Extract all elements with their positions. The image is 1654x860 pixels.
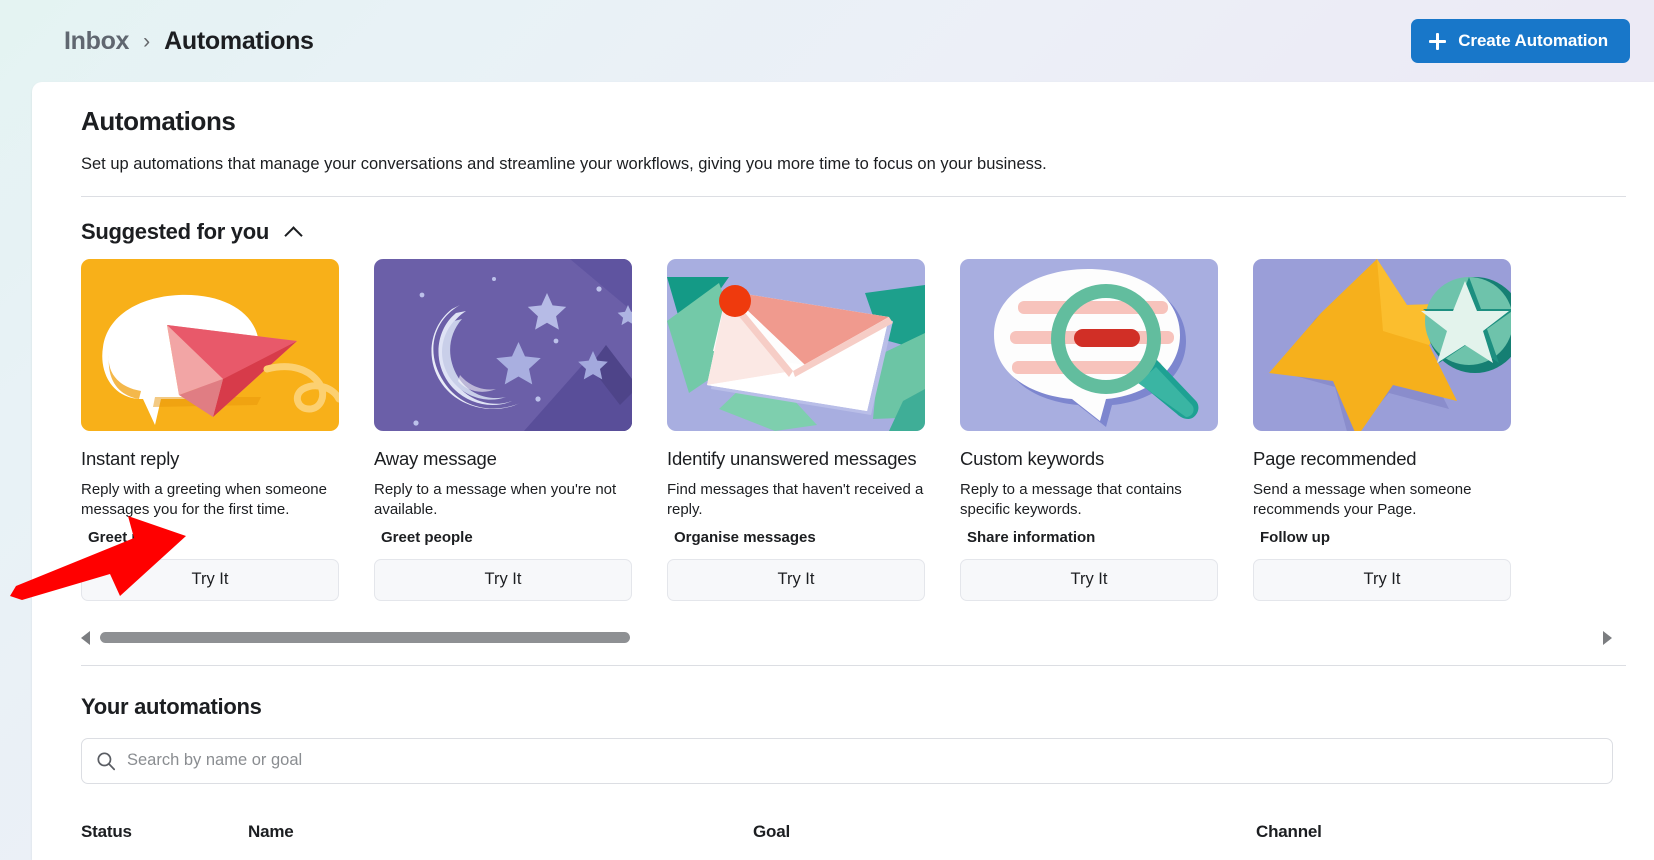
page-title: Automations <box>81 106 236 136</box>
carousel-scroll-track[interactable] <box>100 632 1593 644</box>
card-image-custom-keywords <box>960 259 1218 432</box>
breadcrumb: Inbox › Automations <box>64 27 314 56</box>
card-tag: Greet people <box>381 528 473 546</box>
try-it-button[interactable]: Try It <box>374 558 632 601</box>
suggested-card[interactable]: Page recommended Send a message when som… <box>1253 259 1546 601</box>
magnifier-chat-bubble-illustration <box>960 259 1218 432</box>
try-it-button[interactable]: Try It <box>81 558 339 601</box>
automations-table-header: Status Name Goal Channel <box>81 822 1626 842</box>
suggested-card[interactable]: Away message Reply to a message when you… <box>374 259 667 601</box>
table-column-name: Name <box>248 821 294 841</box>
create-automation-button[interactable]: Create Automation <box>1411 19 1630 63</box>
paper-plane-chat-bubble-illustration <box>81 259 339 432</box>
card-title: Identify unanswered messages <box>667 448 917 470</box>
card-tag: Share information <box>967 528 1096 546</box>
table-column-status: Status <box>81 821 132 841</box>
star-badge-illustration <box>1253 259 1511 432</box>
create-automation-label: Create Automation <box>1458 31 1608 50</box>
card-image-identify-unanswered <box>667 259 925 432</box>
suggested-card[interactable]: Instant reply Reply with a greeting when… <box>81 259 374 601</box>
card-tag: Follow up <box>1260 528 1330 546</box>
chevron-up-icon[interactable] <box>285 223 303 241</box>
suggested-card-list: Instant reply Reply with a greeting when… <box>81 259 1626 601</box>
card-image-away-message <box>374 259 632 432</box>
suggested-card[interactable]: Custom keywords Reply to a message that … <box>960 259 1253 601</box>
search-input[interactable] <box>127 751 1598 771</box>
suggested-section-title: Suggested for you <box>81 219 270 245</box>
panel-content: Automations Set up automations that mana… <box>32 82 1654 842</box>
table-column-goal: Goal <box>753 821 790 841</box>
card-description: Find messages that haven't received a re… <box>667 480 924 518</box>
triangle-left-icon[interactable] <box>81 630 90 645</box>
card-title: Custom keywords <box>960 448 1105 470</box>
envelope-unread-dot-illustration <box>667 259 925 432</box>
your-automations-title: Your automations <box>81 693 262 719</box>
card-image-instant-reply <box>81 259 339 432</box>
try-it-button[interactable]: Try It <box>1253 558 1511 601</box>
suggested-carousel: Instant reply Reply with a greeting when… <box>81 259 1626 655</box>
card-description: Reply to a message when you're not avail… <box>374 480 617 518</box>
card-description: Send a message when someone recommends y… <box>1253 480 1472 518</box>
page-description: Set up automations that manage your conv… <box>81 155 1047 173</box>
breadcrumb-item-automations: Automations <box>164 26 314 55</box>
triangle-right-icon[interactable] <box>1603 630 1612 645</box>
card-title: Away message <box>374 448 497 470</box>
try-it-button[interactable]: Try It <box>960 558 1218 601</box>
card-title: Page recommended <box>1253 448 1417 470</box>
plus-icon <box>1429 32 1447 50</box>
card-image-page-recommended <box>1253 259 1511 432</box>
try-it-button[interactable]: Try It <box>667 558 925 601</box>
crescent-moon-stars-night-illustration <box>374 259 632 432</box>
card-title: Instant reply <box>81 448 180 470</box>
carousel-scroll-thumb[interactable] <box>100 632 630 644</box>
card-description: Reply with a greeting when someone messa… <box>81 480 327 518</box>
automations-panel: Automations Set up automations that mana… <box>32 82 1654 860</box>
breadcrumb-separator-icon: › <box>143 29 151 53</box>
section-divider <box>81 664 1626 666</box>
breadcrumb-item-inbox[interactable]: Inbox <box>64 27 129 56</box>
card-description: Reply to a message that contains specifi… <box>960 480 1182 518</box>
carousel-scrollbar[interactable] <box>81 621 1626 655</box>
table-column-channel: Channel <box>1256 821 1322 841</box>
card-tag: Organise messages <box>674 528 816 546</box>
suggested-card[interactable]: Identify unanswered messages Find messag… <box>667 259 960 601</box>
search-icon <box>96 751 116 771</box>
card-tag: Greet people <box>88 528 180 546</box>
search-box[interactable] <box>81 737 1613 784</box>
top-bar: Inbox › Automations Create Automation <box>0 0 1654 82</box>
suggested-section-header[interactable]: Suggested for you <box>81 197 1626 259</box>
